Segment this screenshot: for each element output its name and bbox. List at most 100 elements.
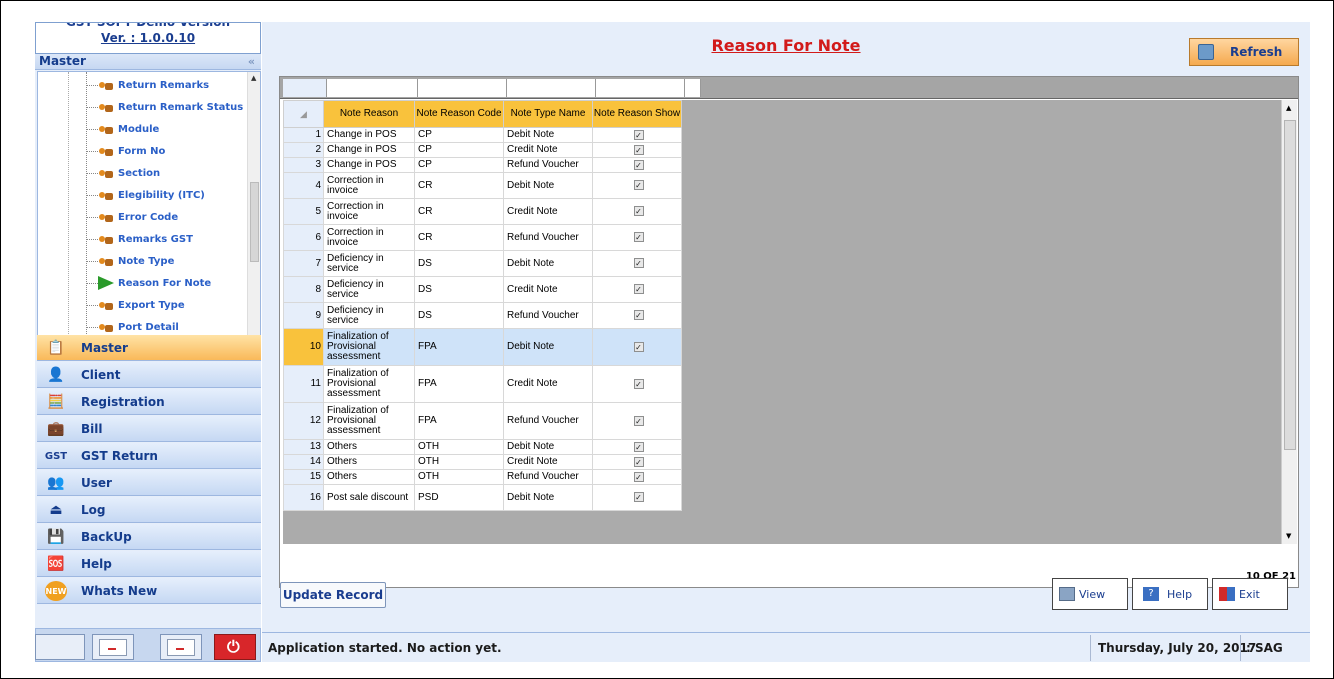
note-type-cell[interactable]: Credit Note bbox=[503, 454, 593, 470]
note-show-cell[interactable]: ✓ bbox=[592, 142, 682, 158]
note-code-cell[interactable]: CR bbox=[414, 224, 504, 251]
row-header-corner[interactable]: ◢ bbox=[283, 100, 324, 128]
note-type-cell[interactable]: Credit Note bbox=[503, 142, 593, 158]
exit-button[interactable]: Exit bbox=[1212, 578, 1288, 610]
tree-scroll-thumb[interactable] bbox=[250, 182, 259, 262]
note-show-cell[interactable]: ✓ bbox=[592, 302, 682, 329]
power-button[interactable]: ⏻ bbox=[214, 634, 256, 660]
note-reason-cell[interactable]: Finalization of Provisional assessment bbox=[323, 402, 415, 440]
note-code-cell[interactable]: CR bbox=[414, 172, 504, 199]
table-row[interactable]: 13 Others OTH Debit Note ✓ bbox=[283, 439, 682, 455]
tree-item[interactable]: Export Type bbox=[98, 295, 185, 315]
table-row[interactable]: 2 Change in POS CP Credit Note ✓ bbox=[283, 142, 682, 158]
show-checkbox[interactable]: ✓ bbox=[633, 441, 644, 452]
note-reason-cell[interactable]: Change in POS bbox=[323, 142, 415, 158]
note-code-cell[interactable]: DS bbox=[414, 250, 504, 277]
table-row[interactable]: 4 Correction in invoice CR Debit Note ✓ bbox=[283, 172, 682, 199]
nav-backup-button[interactable]: 💾 BackUp bbox=[37, 524, 261, 550]
note-show-cell[interactable]: ✓ bbox=[592, 250, 682, 277]
note-show-cell[interactable]: ✓ bbox=[592, 127, 682, 143]
note-reason-cell[interactable]: Others bbox=[323, 454, 415, 470]
note-type-cell[interactable]: Debit Note bbox=[503, 439, 593, 455]
table-row[interactable]: 8 Deficiency in service DS Credit Note ✓ bbox=[283, 276, 682, 303]
table-row[interactable]: 16 Post sale discount PSD Debit Note ✓ bbox=[283, 484, 682, 511]
row-number-cell[interactable]: 11 bbox=[283, 365, 324, 403]
table-row[interactable]: 9 Deficiency in service DS Refund Voucher ✓ bbox=[283, 302, 682, 329]
tree-item[interactable]: Return Remarks bbox=[98, 75, 209, 95]
note-reason-cell[interactable]: Change in POS bbox=[323, 157, 415, 173]
note-type-cell[interactable]: Debit Note bbox=[503, 127, 593, 143]
note-reason-cell[interactable]: Deficiency in service bbox=[323, 276, 415, 303]
show-checkbox[interactable]: ✓ bbox=[633, 144, 644, 155]
tree-item[interactable]: Reason For Note bbox=[98, 273, 211, 293]
note-type-cell[interactable]: Refund Voucher bbox=[503, 402, 593, 440]
tree-item[interactable]: Error Code bbox=[98, 207, 178, 227]
show-checkbox[interactable]: ✓ bbox=[633, 310, 644, 320]
note-code-cell[interactable]: OTH bbox=[414, 439, 504, 455]
note-type-cell[interactable]: Credit Note bbox=[503, 365, 593, 403]
nav-help-button[interactable]: 🆘 Help bbox=[37, 551, 261, 577]
row-number-cell[interactable]: 9 bbox=[283, 302, 324, 329]
note-type-cell[interactable]: Refund Voucher bbox=[503, 302, 593, 329]
note-show-cell[interactable]: ✓ bbox=[592, 469, 682, 485]
note-type-cell[interactable]: Credit Note bbox=[503, 276, 593, 303]
show-checkbox[interactable]: ✓ bbox=[633, 456, 644, 467]
nav-master-button[interactable]: 📋 Master bbox=[37, 335, 261, 361]
scroll-up-arrow-icon[interactable]: ▲ bbox=[251, 74, 256, 82]
note-show-cell[interactable]: ✓ bbox=[592, 439, 682, 455]
tree-item[interactable]: Elegibility (ITC) bbox=[98, 185, 205, 205]
note-reason-cell[interactable]: Finalization of Provisional assessment bbox=[323, 328, 415, 366]
show-checkbox[interactable]: ✓ bbox=[633, 378, 644, 389]
scroll-down-arrow-icon[interactable]: ▼ bbox=[1286, 532, 1291, 540]
note-show-cell[interactable]: ✓ bbox=[592, 198, 682, 225]
note-show-cell[interactable]: ✓ bbox=[592, 157, 682, 173]
table-row[interactable]: 7 Deficiency in service DS Debit Note ✓ bbox=[283, 250, 682, 277]
row-number-cell[interactable]: 6 bbox=[283, 224, 324, 251]
row-number-cell[interactable]: 5 bbox=[283, 198, 324, 225]
note-type-cell[interactable]: Refund Voucher bbox=[503, 157, 593, 173]
tree-item[interactable]: Module bbox=[98, 119, 159, 139]
note-reason-cell[interactable]: Correction in invoice bbox=[323, 198, 415, 225]
table-row[interactable]: 10 Finalization of Provisional assessment… bbox=[283, 328, 682, 366]
table-row[interactable]: 11 Finalization of Provisional assessment… bbox=[283, 365, 682, 403]
table-row[interactable]: 15 Others OTH Refund Voucher ✓ bbox=[283, 469, 682, 485]
note-reason-cell[interactable]: Deficiency in service bbox=[323, 250, 415, 277]
note-code-cell[interactable]: FPA bbox=[414, 402, 504, 440]
note-show-cell[interactable]: ✓ bbox=[592, 402, 682, 440]
row-number-cell[interactable]: 13 bbox=[283, 439, 324, 455]
note-code-cell[interactable]: CR bbox=[414, 198, 504, 225]
column-header-note-reason-code[interactable]: Note Reason Code bbox=[414, 100, 504, 128]
restore-window-button[interactable] bbox=[160, 634, 202, 660]
note-code-cell[interactable]: FPA bbox=[414, 365, 504, 403]
table-row[interactable]: 14 Others OTH Credit Note ✓ bbox=[283, 454, 682, 470]
row-number-cell[interactable]: 2 bbox=[283, 142, 324, 158]
tree-item[interactable]: Remarks GST bbox=[98, 229, 193, 249]
filter-code-input[interactable] bbox=[418, 79, 507, 97]
note-code-cell[interactable]: OTH bbox=[414, 469, 504, 485]
show-checkbox[interactable]: ✓ bbox=[633, 415, 644, 426]
column-header-note-type-name[interactable]: Note Type Name bbox=[503, 100, 593, 128]
view-button[interactable]: View bbox=[1052, 578, 1128, 610]
note-reason-cell[interactable]: Others bbox=[323, 439, 415, 455]
column-header-note-reason-show[interactable]: Note Reason Show bbox=[592, 100, 682, 128]
show-checkbox[interactable]: ✓ bbox=[633, 471, 644, 482]
show-checkbox[interactable]: ✓ bbox=[633, 129, 644, 140]
minimize-window-button[interactable] bbox=[92, 634, 134, 660]
note-type-cell[interactable]: Debit Note bbox=[503, 484, 593, 511]
table-row[interactable]: 3 Change in POS CP Refund Voucher ✓ bbox=[283, 157, 682, 173]
row-number-cell[interactable]: 8 bbox=[283, 276, 324, 303]
filter-show-input[interactable] bbox=[596, 79, 685, 97]
note-show-cell[interactable]: ✓ bbox=[592, 276, 682, 303]
show-checkbox[interactable]: ✓ bbox=[633, 206, 644, 216]
show-checkbox[interactable]: ✓ bbox=[633, 180, 644, 190]
note-type-cell[interactable]: Debit Note bbox=[503, 250, 593, 277]
note-reason-cell[interactable]: Correction in invoice bbox=[323, 172, 415, 199]
table-row[interactable]: 6 Correction in invoice CR Refund Voucher ✓ bbox=[283, 224, 682, 251]
note-reason-cell[interactable]: Post sale discount bbox=[323, 484, 415, 511]
note-reason-cell[interactable]: Change in POS bbox=[323, 127, 415, 143]
note-show-cell[interactable]: ✓ bbox=[592, 224, 682, 251]
note-show-cell[interactable]: ✓ bbox=[592, 328, 682, 366]
note-reason-cell[interactable]: Correction in invoice bbox=[323, 224, 415, 251]
note-code-cell[interactable]: CP bbox=[414, 142, 504, 158]
refresh-button[interactable]: Refresh bbox=[1189, 38, 1299, 66]
